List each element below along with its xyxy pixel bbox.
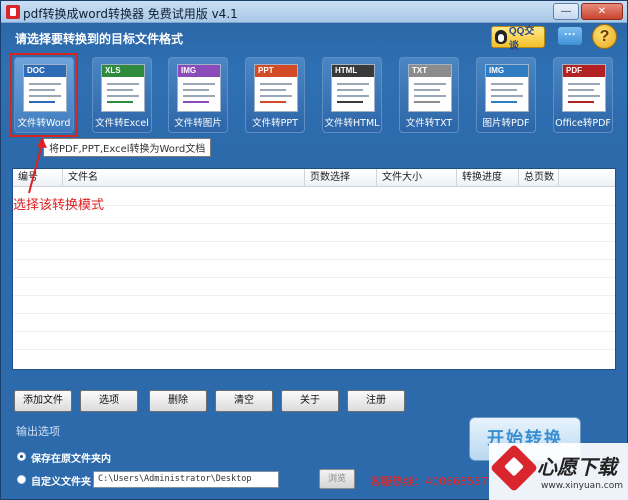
save-original-radio[interactable]	[17, 452, 26, 461]
watermark-name: 心愿下载	[537, 455, 617, 479]
save-original-label[interactable]: 保存在原文件夹内	[31, 450, 111, 465]
browse-button[interactable]: 浏览	[319, 469, 355, 489]
custom-folder-label[interactable]: 自定义文件夹	[31, 473, 91, 488]
about-button[interactable]: 关于	[281, 390, 339, 412]
app-window: pdf转换成word转换器 免费试用版 v4.1 — ✕ 请选择要转换到的目标文…	[0, 0, 628, 500]
annotation-label: 选择该转换模式	[13, 198, 105, 213]
watermark-url: www.xinyuan.com	[541, 481, 623, 491]
watermark-logo-icon	[489, 443, 539, 493]
site-watermark: 心愿下载 www.xinyuan.com	[489, 443, 628, 500]
options-button[interactable]: 选项	[80, 390, 138, 412]
output-options-title: 输出选项	[16, 425, 60, 438]
delete-button[interactable]: 删除	[149, 390, 207, 412]
add-file-button[interactable]: 添加文件	[14, 390, 72, 412]
clear-button[interactable]: 清空	[215, 390, 273, 412]
support-hotline: 客服热线：400668557	[370, 475, 488, 488]
output-path-field[interactable]: C:\Users\Administrator\Desktop	[93, 471, 279, 488]
register-button[interactable]: 注册	[347, 390, 405, 412]
custom-folder-radio[interactable]	[17, 475, 26, 484]
